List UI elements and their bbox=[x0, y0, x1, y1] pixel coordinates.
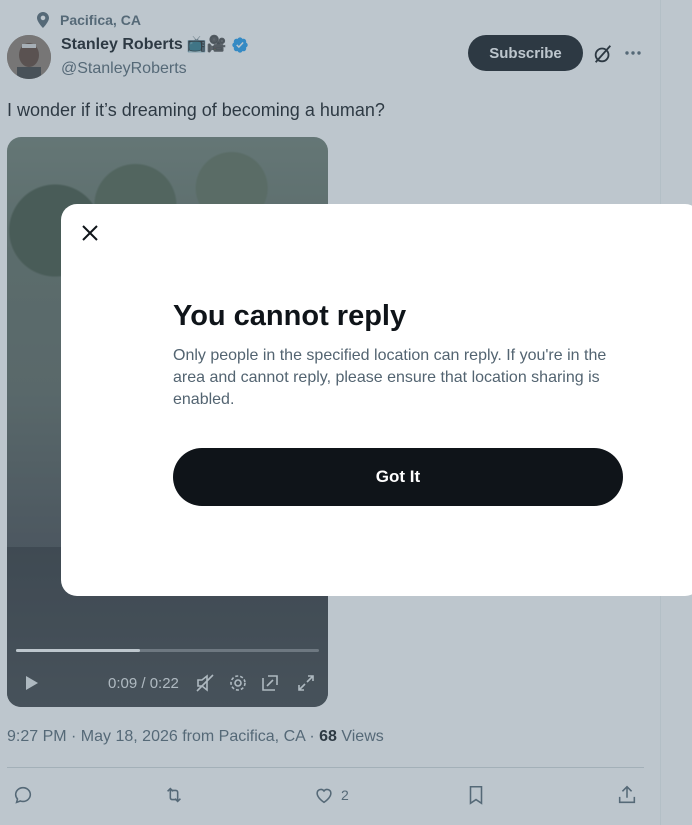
dialog-title: You cannot reply bbox=[173, 300, 407, 332]
cannot-reply-dialog: You cannot reply Only people in the spec… bbox=[61, 204, 692, 596]
close-icon bbox=[82, 225, 98, 241]
dialog-body: Only people in the specified location ca… bbox=[173, 347, 607, 408]
got-it-button[interactable]: Got It bbox=[173, 448, 623, 506]
close-button[interactable] bbox=[77, 220, 103, 246]
